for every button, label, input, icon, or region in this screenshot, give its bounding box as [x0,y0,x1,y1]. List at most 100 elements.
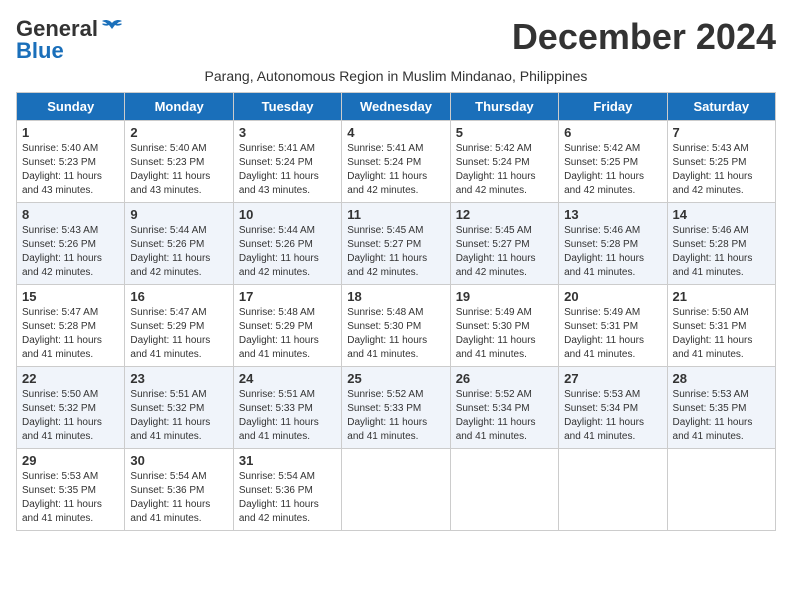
day-number: 18 [347,289,444,304]
day-info: Sunrise: 5:44 AMSunset: 5:26 PMDaylight:… [239,224,336,280]
day-number: 30 [130,453,227,468]
calendar-cell: 29 Sunrise: 5:53 AMSunset: 5:35 PMDayligh… [17,449,125,531]
calendar-cell: 10 Sunrise: 5:44 AMSunset: 5:26 PMDayligh… [233,203,341,285]
day-info: Sunrise: 5:44 AMSunset: 5:26 PMDaylight:… [130,224,227,280]
day-number: 26 [456,371,553,386]
calendar-cell: 15 Sunrise: 5:47 AMSunset: 5:28 PMDayligh… [17,285,125,367]
calendar-cell: 1Sunrise: 5:40 AMSunset: 5:23 PMDaylight… [17,121,125,203]
calendar-cell: 13 Sunrise: 5:46 AMSunset: 5:28 PMDayligh… [559,203,667,285]
calendar-cell: 17 Sunrise: 5:48 AMSunset: 5:29 PMDayligh… [233,285,341,367]
day-number: 14 [673,207,770,222]
calendar-cell: 7 Sunrise: 5:43 AMSunset: 5:25 PMDaylight… [667,121,775,203]
calendar-header-row: SundayMondayTuesdayWednesdayThursdayFrid… [17,93,776,121]
bird-icon [101,19,123,39]
calendar-cell: 23Sunrise: 5:51 AMSunset: 5:32 PMDayligh… [125,367,233,449]
calendar-cell: 30 Sunrise: 5:54 AMSunset: 5:36 PMDayligh… [125,449,233,531]
weekday-header-sunday: Sunday [17,93,125,121]
calendar-cell: 12 Sunrise: 5:45 AMSunset: 5:27 PMDayligh… [450,203,558,285]
day-info: Sunrise: 5:45 AMSunset: 5:27 PMDaylight:… [456,224,553,280]
calendar-cell: 2 Sunrise: 5:40 AMSunset: 5:23 PMDaylight… [125,121,233,203]
day-info: Sunrise: 5:40 AMSunset: 5:23 PMDaylight:… [130,142,227,198]
calendar-cell: 24 Sunrise: 5:51 AMSunset: 5:33 PMDayligh… [233,367,341,449]
day-info: Sunrise: 5:45 AMSunset: 5:27 PMDaylight:… [347,224,444,280]
day-number: 24 [239,371,336,386]
calendar-week-row: 22 Sunrise: 5:50 AMSunset: 5:32 PMDayligh… [17,367,776,449]
day-number: 19 [456,289,553,304]
day-info: Sunrise: 5:42 AMSunset: 5:24 PMDaylight:… [456,142,553,198]
day-info: Sunrise: 5:49 AMSunset: 5:30 PMDaylight:… [456,306,553,362]
day-info: Sunrise: 5:51 AMSunset: 5:33 PMDaylight:… [239,388,336,444]
calendar-week-row: 1Sunrise: 5:40 AMSunset: 5:23 PMDaylight… [17,121,776,203]
weekday-header-monday: Monday [125,93,233,121]
calendar-cell: 14 Sunrise: 5:46 AMSunset: 5:28 PMDayligh… [667,203,775,285]
logo: General Blue [16,16,123,64]
day-info: Sunrise: 5:48 AMSunset: 5:30 PMDaylight:… [347,306,444,362]
day-number: 16 [130,289,227,304]
calendar-cell [342,449,450,531]
day-number: 11 [347,207,444,222]
day-number: 5 [456,125,553,140]
day-info: Sunrise: 5:53 AMSunset: 5:35 PMDaylight:… [673,388,770,444]
calendar-cell [559,449,667,531]
calendar-cell: 4 Sunrise: 5:41 AMSunset: 5:24 PMDaylight… [342,121,450,203]
day-number: 9 [130,207,227,222]
calendar-cell: 31 Sunrise: 5:54 AMSunset: 5:36 PMDayligh… [233,449,341,531]
day-number: 7 [673,125,770,140]
day-number: 31 [239,453,336,468]
calendar-cell: 18 Sunrise: 5:48 AMSunset: 5:30 PMDayligh… [342,285,450,367]
calendar-cell: 6Sunrise: 5:42 AMSunset: 5:25 PMDaylight… [559,121,667,203]
day-info: Sunrise: 5:48 AMSunset: 5:29 PMDaylight:… [239,306,336,362]
calendar-cell: 27Sunrise: 5:53 AMSunset: 5:34 PMDayligh… [559,367,667,449]
day-number: 23 [130,371,227,386]
day-number: 22 [22,371,119,386]
weekday-header-tuesday: Tuesday [233,93,341,121]
day-info: Sunrise: 5:47 AMSunset: 5:28 PMDaylight:… [22,306,119,362]
day-info: Sunrise: 5:50 AMSunset: 5:32 PMDaylight:… [22,388,119,444]
calendar-table: SundayMondayTuesdayWednesdayThursdayFrid… [16,92,776,531]
month-title: December 2024 [512,16,776,58]
page-header: General Blue December 2024 [16,16,776,64]
calendar-cell: 16Sunrise: 5:47 AMSunset: 5:29 PMDayligh… [125,285,233,367]
day-number: 2 [130,125,227,140]
weekday-header-thursday: Thursday [450,93,558,121]
day-info: Sunrise: 5:46 AMSunset: 5:28 PMDaylight:… [564,224,661,280]
calendar-cell: 19 Sunrise: 5:49 AMSunset: 5:30 PMDayligh… [450,285,558,367]
day-number: 10 [239,207,336,222]
day-number: 3 [239,125,336,140]
weekday-header-friday: Friday [559,93,667,121]
day-info: Sunrise: 5:43 AMSunset: 5:25 PMDaylight:… [673,142,770,198]
calendar-cell [450,449,558,531]
day-info: Sunrise: 5:53 AMSunset: 5:34 PMDaylight:… [564,388,661,444]
day-info: Sunrise: 5:49 AMSunset: 5:31 PMDaylight:… [564,306,661,362]
calendar-cell: 11 Sunrise: 5:45 AMSunset: 5:27 PMDayligh… [342,203,450,285]
day-info: Sunrise: 5:54 AMSunset: 5:36 PMDaylight:… [239,470,336,526]
day-info: Sunrise: 5:53 AMSunset: 5:35 PMDaylight:… [22,470,119,526]
day-number: 17 [239,289,336,304]
day-info: Sunrise: 5:42 AMSunset: 5:25 PMDaylight:… [564,142,661,198]
day-info: Sunrise: 5:41 AMSunset: 5:24 PMDaylight:… [239,142,336,198]
day-info: Sunrise: 5:54 AMSunset: 5:36 PMDaylight:… [130,470,227,526]
weekday-header-saturday: Saturday [667,93,775,121]
day-number: 12 [456,207,553,222]
day-info: Sunrise: 5:43 AMSunset: 5:26 PMDaylight:… [22,224,119,280]
day-info: Sunrise: 5:41 AMSunset: 5:24 PMDaylight:… [347,142,444,198]
calendar-cell: 25Sunrise: 5:52 AMSunset: 5:33 PMDayligh… [342,367,450,449]
calendar-week-row: 29 Sunrise: 5:53 AMSunset: 5:35 PMDayligh… [17,449,776,531]
day-info: Sunrise: 5:50 AMSunset: 5:31 PMDaylight:… [673,306,770,362]
day-number: 15 [22,289,119,304]
day-number: 29 [22,453,119,468]
day-info: Sunrise: 5:52 AMSunset: 5:34 PMDaylight:… [456,388,553,444]
day-info: Sunrise: 5:46 AMSunset: 5:28 PMDaylight:… [673,224,770,280]
calendar-cell: 5 Sunrise: 5:42 AMSunset: 5:24 PMDaylight… [450,121,558,203]
calendar-cell: 3 Sunrise: 5:41 AMSunset: 5:24 PMDaylight… [233,121,341,203]
day-number: 21 [673,289,770,304]
day-info: Sunrise: 5:40 AMSunset: 5:23 PMDaylight:… [22,142,119,198]
day-number: 4 [347,125,444,140]
calendar-week-row: 8 Sunrise: 5:43 AMSunset: 5:26 PMDaylight… [17,203,776,285]
day-number: 28 [673,371,770,386]
subtitle: Parang, Autonomous Region in Muslim Mind… [16,68,776,84]
day-number: 8 [22,207,119,222]
day-number: 13 [564,207,661,222]
day-number: 25 [347,371,444,386]
calendar-cell: 9 Sunrise: 5:44 AMSunset: 5:26 PMDaylight… [125,203,233,285]
